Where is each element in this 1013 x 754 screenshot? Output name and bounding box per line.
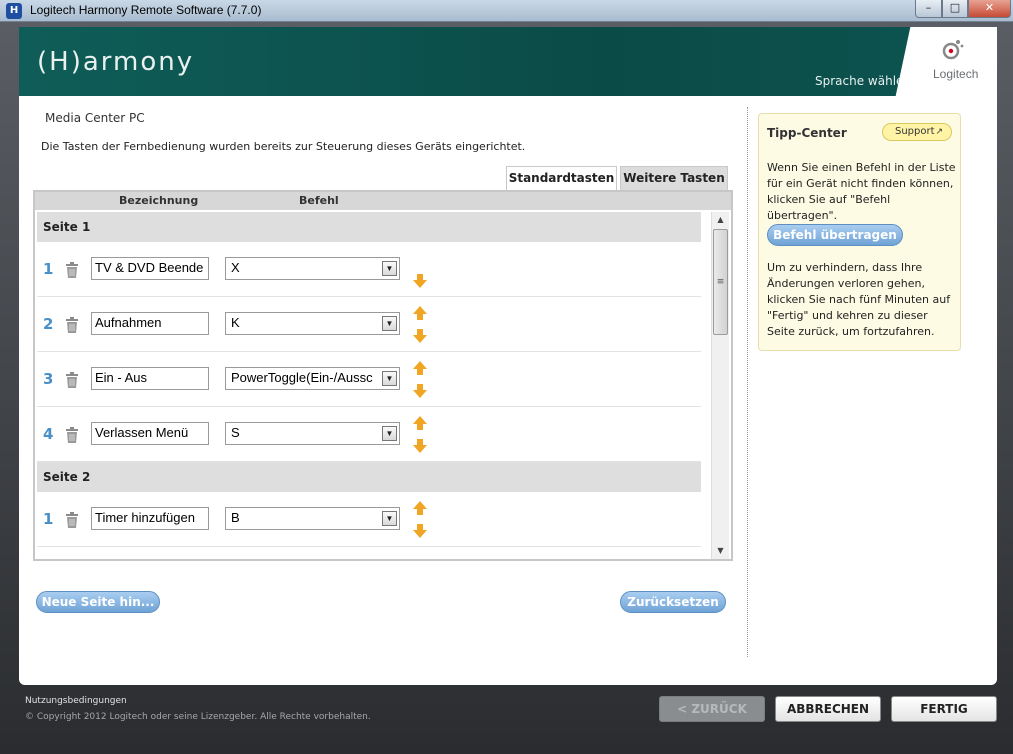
back-button[interactable]: < ZURÜCK	[659, 696, 765, 722]
list-item: 1 TV & DVD Beende X ▼	[37, 242, 701, 297]
cancel-button[interactable]: ABBRECHEN	[775, 696, 881, 722]
command-value: S	[231, 425, 240, 440]
move-down-icon[interactable]	[413, 524, 427, 538]
tipp-center-title: Tipp-Center	[767, 126, 847, 140]
row-number: 1	[43, 510, 54, 528]
trash-icon[interactable]	[65, 262, 79, 278]
chevron-down-icon[interactable]: ▼	[382, 316, 397, 331]
row-number: 2	[43, 315, 54, 333]
header: (H)armony Sprache wählen Logitech	[19, 27, 997, 96]
trash-icon[interactable]	[65, 427, 79, 443]
transfer-command-button[interactable]: Befehl übertragen	[767, 224, 903, 246]
move-up-icon[interactable]	[413, 416, 427, 430]
row-number: 4	[43, 425, 54, 443]
chevron-down-icon[interactable]: ▼	[382, 426, 397, 441]
button-name-field[interactable]: Aufnahmen	[91, 312, 209, 335]
done-button[interactable]: FERTIG	[891, 696, 997, 722]
button-name-field[interactable]: TV & DVD Beende	[91, 257, 209, 280]
button-name-field[interactable]: Timer hinzufügen	[91, 507, 209, 530]
close-button[interactable]: ✕	[968, 0, 1011, 18]
command-select[interactable]: S ▼	[225, 422, 400, 445]
section-header-seite-1: Seite 1	[37, 212, 701, 242]
list-item: 3 Ein - Aus PowerToggle(Ein-/Aussc ▼	[37, 352, 701, 407]
button-name-field[interactable]: Verlassen Menü	[91, 422, 209, 445]
chevron-down-icon[interactable]: ▼	[382, 261, 397, 276]
add-page-button[interactable]: Neue Seite hin...	[36, 591, 160, 613]
command-value: K	[231, 315, 240, 330]
move-up-icon[interactable]	[413, 501, 427, 515]
row-number: 3	[43, 370, 54, 388]
tab-standardtasten[interactable]: Standardtasten	[506, 166, 617, 190]
move-down-icon[interactable]	[413, 384, 427, 398]
logitech-wordmark: Logitech	[933, 67, 979, 81]
list-item: 1 Timer hinzufügen B ▼	[37, 492, 701, 547]
scroll-thumb[interactable]: ≡	[713, 229, 728, 335]
move-down-icon[interactable]	[413, 274, 427, 288]
column-name-header: Bezeichnung	[119, 194, 199, 207]
list-header: Bezeichnung Befehl	[35, 192, 731, 210]
logitech-mark-icon	[942, 40, 964, 60]
harmony-logo: (H)armony	[37, 47, 195, 77]
command-value: B	[231, 510, 240, 525]
tipp-center: Tipp-Center Support ↗ Wenn Sie einen Befe…	[758, 113, 961, 351]
window-title: Logitech Harmony Remote Software (7.7.0)	[30, 3, 262, 17]
device-title: Media Center PC	[45, 111, 145, 125]
support-button[interactable]: Support ↗	[882, 123, 952, 141]
button-name-field[interactable]: Ein - Aus	[91, 367, 209, 390]
move-up-icon[interactable]	[413, 361, 427, 375]
main-panel: (H)armony Sprache wählen Logitech Media …	[19, 27, 997, 685]
trash-icon[interactable]	[65, 512, 79, 528]
chevron-down-icon[interactable]: ▼	[382, 511, 397, 526]
chevron-down-icon[interactable]: ▼	[382, 371, 397, 386]
reset-button[interactable]: Zurücksetzen	[620, 591, 726, 613]
tipp-text-timeout: Um zu verhindern, dass Ihre Änderungen v…	[767, 261, 951, 338]
command-select[interactable]: PowerToggle(Ein-/Aussc ▼	[225, 367, 400, 390]
external-link-icon: ↗	[935, 127, 943, 137]
move-down-icon[interactable]	[413, 329, 427, 343]
trash-icon[interactable]	[65, 372, 79, 388]
harmony-app-icon: H	[6, 3, 22, 19]
intro-text: Die Tasten der Fernbedienung wurden bere…	[41, 140, 526, 153]
row-number: 1	[43, 260, 54, 278]
move-down-icon[interactable]	[413, 439, 427, 453]
list-scrollbar[interactable]: ▲ ≡ ▼	[711, 212, 729, 559]
scroll-up-icon[interactable]: ▲	[712, 212, 729, 228]
maximize-button[interactable]: □	[942, 0, 968, 18]
column-command-header: Befehl	[299, 194, 339, 207]
trash-icon[interactable]	[65, 317, 79, 333]
move-up-icon[interactable]	[413, 306, 427, 320]
button-list: Bezeichnung Befehl Seite 1 1 TV & DVD Be…	[33, 190, 733, 561]
list-item: 2 Aufnahmen K ▼	[37, 297, 701, 352]
command-select[interactable]: X ▼	[225, 257, 400, 280]
logitech-logo: Logitech	[917, 27, 997, 96]
title-bar: H Logitech Harmony Remote Software (7.7.…	[0, 0, 1013, 22]
tab-weitere-tasten[interactable]: Weitere Tasten	[620, 166, 728, 190]
section-header-seite-2: Seite 2	[37, 462, 701, 492]
command-value: PowerToggle(Ein-/Aussc	[231, 370, 373, 385]
copyright-text: © Copyright 2012 Logitech oder seine Liz…	[25, 712, 371, 722]
support-label: Support	[895, 126, 935, 137]
panel-divider	[747, 107, 748, 657]
command-select[interactable]: K ▼	[225, 312, 400, 335]
terms-link[interactable]: Nutzungsbedingungen	[25, 696, 127, 706]
minimize-button[interactable]: –	[915, 0, 942, 18]
list-item: 4 Verlassen Menü S ▼	[37, 407, 701, 462]
command-select[interactable]: B ▼	[225, 507, 400, 530]
tipp-text-transfer: Wenn Sie einen Befehl in der Liste für e…	[767, 161, 956, 222]
scroll-down-icon[interactable]: ▼	[712, 543, 729, 559]
command-value: X	[231, 260, 240, 275]
